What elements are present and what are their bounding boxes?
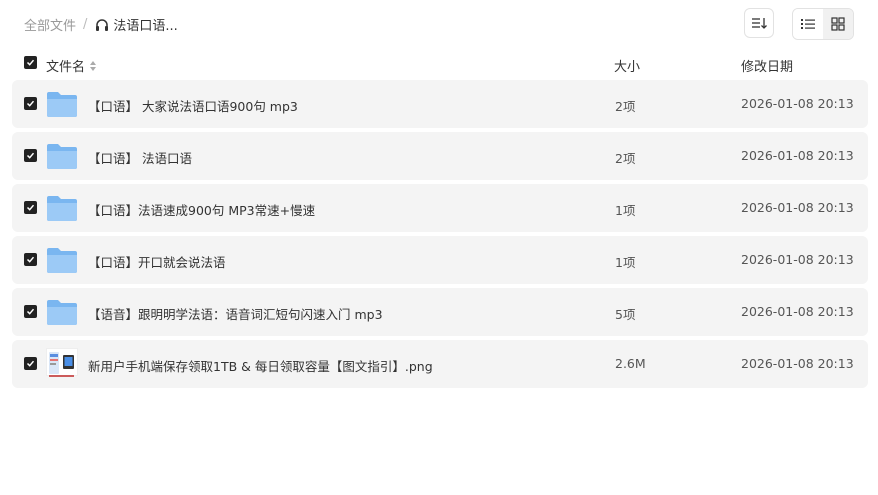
image-thumbnail-icon: [46, 348, 78, 377]
file-date: 2026-01-08 20:13: [741, 304, 854, 319]
table-row[interactable]: 【语音】跟明明学法语：语音词汇短句闪速入门 mp3 5项 2026-01-08 …: [12, 288, 868, 336]
file-size: 2.6M: [615, 356, 646, 371]
file-date: 2026-01-08 20:13: [741, 148, 854, 163]
file-name[interactable]: 【语音】跟明明学法语：语音词汇短句闪速入门 mp3: [88, 304, 383, 323]
check-icon: [26, 204, 35, 211]
sort-icon: [752, 18, 767, 29]
sort-button[interactable]: [744, 8, 774, 38]
table-row[interactable]: 新用户手机端保存领取1TB & 每日领取容量【图文指引】.png 2.6M 20…: [12, 340, 868, 388]
grid-view-button[interactable]: [823, 9, 853, 39]
file-size: 1项: [615, 255, 636, 270]
row-checkbox[interactable]: [24, 201, 37, 214]
headphones-icon: [96, 18, 109, 31]
file-size: 1项: [615, 203, 636, 218]
check-icon: [26, 360, 35, 367]
file-name[interactable]: 【口语】开口就会说法语: [88, 252, 226, 271]
folder-icon: [47, 144, 77, 169]
file-date: 2026-01-08 20:13: [741, 200, 854, 215]
file-name[interactable]: 【口语】 大家说法语口语900句 mp3: [88, 96, 298, 115]
column-header-date[interactable]: 修改日期: [741, 56, 793, 75]
table-header: 文件名 大小 修改日期: [12, 52, 868, 76]
file-name[interactable]: 【口语】法语速成900句 MP3常速+慢速: [88, 200, 315, 219]
file-size: 2项: [615, 99, 636, 114]
check-icon: [26, 59, 35, 66]
toolbar: 全部文件 / 法语口语...: [24, 8, 854, 40]
select-all-checkbox[interactable]: [24, 56, 37, 69]
file-date: 2026-01-08 20:13: [741, 356, 854, 371]
folder-icon: [47, 92, 77, 117]
row-checkbox[interactable]: [24, 97, 37, 110]
list-view-icon: [801, 19, 815, 29]
row-checkbox[interactable]: [24, 253, 37, 266]
table-row[interactable]: 【口语】 大家说法语口语900句 mp3 2项 2026-01-08 20:13: [12, 80, 868, 128]
row-checkbox[interactable]: [24, 149, 37, 162]
table-row[interactable]: 【口语】法语速成900句 MP3常速+慢速 1项 2026-01-08 20:1…: [12, 184, 868, 232]
list-view-button[interactable]: [793, 9, 823, 39]
file-name[interactable]: 【口语】 法语口语: [88, 148, 192, 167]
column-header-name[interactable]: 文件名: [46, 56, 98, 75]
table-row[interactable]: 【口语】 法语口语 2项 2026-01-08 20:13: [12, 132, 868, 180]
check-icon: [26, 256, 35, 263]
file-size: 2项: [615, 151, 636, 166]
breadcrumb-current: 法语口语...: [94, 15, 178, 34]
folder-icon: [47, 196, 77, 221]
folder-icon: [47, 300, 77, 325]
breadcrumb-current-label: 法语口语...: [113, 19, 178, 34]
sort-toggle-icon: [90, 60, 97, 71]
file-size: 5项: [615, 307, 636, 322]
table-row[interactable]: 【口语】开口就会说法语 1项 2026-01-08 20:13: [12, 236, 868, 284]
check-icon: [26, 152, 35, 159]
file-date: 2026-01-08 20:13: [741, 96, 854, 111]
breadcrumb-root[interactable]: 全部文件: [24, 15, 76, 34]
breadcrumb-separator: /: [83, 17, 88, 32]
file-name[interactable]: 新用户手机端保存领取1TB & 每日领取容量【图文指引】.png: [88, 356, 433, 375]
row-checkbox[interactable]: [24, 305, 37, 318]
column-header-size[interactable]: 大小: [614, 56, 640, 75]
check-icon: [26, 308, 35, 315]
file-date: 2026-01-08 20:13: [741, 252, 854, 267]
row-checkbox[interactable]: [24, 357, 37, 370]
column-header-name-label: 文件名: [46, 60, 86, 75]
breadcrumb: 全部文件 / 法语口语...: [24, 15, 178, 34]
check-icon: [26, 100, 35, 107]
folder-icon: [47, 248, 77, 273]
grid-view-icon: [831, 17, 845, 31]
view-toggle: [792, 8, 854, 40]
